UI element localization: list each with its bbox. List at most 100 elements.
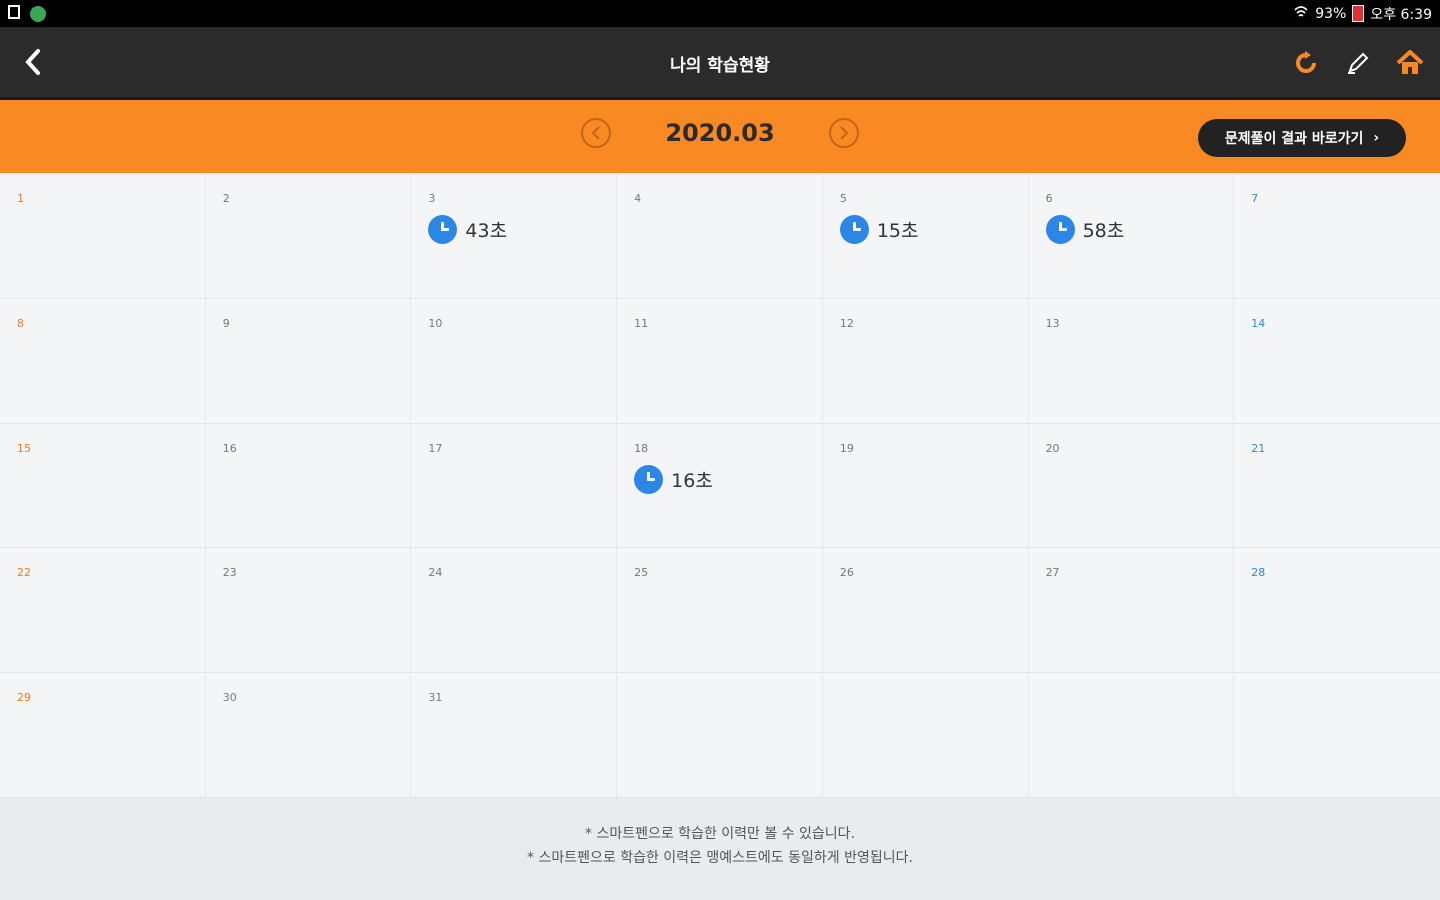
study-time: 16초 <box>671 469 713 492</box>
calendar-date: 18 <box>634 441 649 455</box>
calendar-day-8[interactable]: 8 <box>0 298 206 424</box>
calendar-date: 15 <box>17 441 31 455</box>
page-title: 나의 학습현황 <box>670 56 770 76</box>
study-time-entry[interactable]: 58초 <box>1045 215 1234 244</box>
calendar-date: 17 <box>428 441 443 455</box>
calendar-date: 12 <box>839 316 854 330</box>
prev-month-button[interactable] <box>581 118 611 148</box>
calendar-grid: 1 2 3 43초 4 5 15초 6 58초 7 8 9 10 11 12 13 14 15 16 17 18 16초 1… <box>0 174 1440 798</box>
calendar-day-27[interactable]: 27 <box>1028 548 1235 674</box>
calendar-day-31[interactable]: 31 <box>411 673 618 798</box>
calendar-day-28[interactable]: 28 <box>1234 548 1440 674</box>
quiz-result-label: 문제풀이 결과 바로가기 <box>1224 131 1364 147</box>
calendar-day-20[interactable]: 20 <box>1028 423 1235 549</box>
calendar-day-13[interactable]: 13 <box>1028 298 1235 424</box>
study-time: 58초 <box>1082 220 1125 242</box>
calendar-date: 7 <box>1251 192 1259 205</box>
calendar-date: 9 <box>222 316 230 330</box>
calendar-day-17[interactable]: 17 <box>411 423 618 549</box>
calendar-day-26[interactable]: 26 <box>822 548 1029 674</box>
battery-icon <box>1352 5 1365 22</box>
pen-icon <box>1348 52 1369 74</box>
chevron-right-icon: › <box>1373 130 1380 146</box>
calendar-date: 27 <box>1045 566 1060 580</box>
calendar-day-9[interactable]: 9 <box>205 298 412 424</box>
quiz-result-button[interactable]: 문제풀이 결과 바로가기 › <box>1198 119 1406 157</box>
chevron-left-icon <box>591 126 600 140</box>
clock-icon <box>428 215 458 244</box>
footer-notes: * 스마트펜으로 학습한 이력만 볼 수 있습니다. * 스마트펜으로 학습한 … <box>0 798 1440 900</box>
calendar-day-5[interactable]: 5 15초 <box>822 174 1029 299</box>
calendar-day-4[interactable]: 4 <box>617 174 823 299</box>
calendar-day-10[interactable]: 10 <box>411 298 618 424</box>
calendar-day-24[interactable]: 24 <box>411 548 618 674</box>
calendar-date: 2 <box>222 192 230 205</box>
calendar-day-1[interactable]: 1 <box>0 174 206 299</box>
study-time-entry[interactable]: 16초 <box>634 464 822 494</box>
refresh-icon <box>1296 51 1316 73</box>
status-bar: 93% 오후 6:39 <box>0 0 1440 27</box>
calendar-day-22[interactable]: 22 <box>0 548 206 674</box>
calendar-date: 13 <box>1045 316 1060 330</box>
clock-time: 오후 6:39 <box>1370 6 1432 23</box>
calendar-date: 3 <box>428 192 436 205</box>
calendar-date: 8 <box>17 316 24 330</box>
current-month: 2020.03 <box>665 119 775 147</box>
app-notification-icon <box>30 5 46 22</box>
calendar-day-12[interactable]: 12 <box>822 298 1029 424</box>
header-actions <box>1290 47 1426 79</box>
battery-percent: 93% <box>1315 5 1347 22</box>
calendar-date: 21 <box>1251 441 1266 455</box>
calendar-day-25[interactable]: 25 <box>617 548 823 674</box>
calendar-empty-cell <box>617 673 823 798</box>
calendar-date: 20 <box>1045 441 1060 455</box>
calendar-day-21[interactable]: 21 <box>1234 424 1440 549</box>
calendar-date: 22 <box>17 566 31 580</box>
refresh-button[interactable] <box>1290 47 1322 79</box>
calendar-day-30[interactable]: 30 <box>205 673 412 798</box>
study-time: 43초 <box>465 220 508 242</box>
footer-note-1: * 스마트펜으로 학습한 이력만 볼 수 있습니다. <box>585 826 855 842</box>
study-time-entry[interactable]: 43초 <box>428 215 616 244</box>
calendar-date: 4 <box>634 192 642 205</box>
calendar-day-14[interactable]: 14 <box>1234 299 1440 424</box>
calendar-day-3[interactable]: 3 43초 <box>411 174 618 299</box>
calendar-day-2[interactable]: 2 <box>205 174 412 299</box>
calendar-day-19[interactable]: 19 <box>822 423 1029 549</box>
calendar-date: 6 <box>1045 192 1053 205</box>
calendar-day-16[interactable]: 16 <box>205 423 412 549</box>
calendar-day-11[interactable]: 11 <box>617 298 823 424</box>
calendar-empty-cell <box>822 673 1029 798</box>
calendar-day-7[interactable]: 7 <box>1234 174 1440 299</box>
calendar-day-6[interactable]: 6 58초 <box>1028 174 1235 299</box>
app-bar: 나의 학습현황 <box>0 27 1440 97</box>
clock-icon <box>1045 215 1075 244</box>
calendar-date: 19 <box>839 441 854 455</box>
status-left <box>8 4 46 23</box>
chevron-right-icon <box>840 126 849 140</box>
calendar-date: 28 <box>1251 566 1266 580</box>
home-button[interactable] <box>1394 47 1426 79</box>
calendar-date: 31 <box>428 691 443 705</box>
calendar-date: 16 <box>222 441 237 455</box>
notification-icon <box>8 4 22 23</box>
calendar-date: 24 <box>428 566 443 580</box>
calendar-date: 1 <box>17 192 24 205</box>
calendar-date: 14 <box>1251 316 1266 330</box>
clock-icon <box>839 215 869 244</box>
calendar-date: 29 <box>17 691 31 705</box>
next-month-button[interactable] <box>829 118 859 148</box>
calendar-day-18[interactable]: 18 16초 <box>617 423 823 549</box>
calendar-date: 30 <box>222 691 237 705</box>
calendar-date: 5 <box>839 192 847 205</box>
status-right: 93% 오후 6:39 <box>1293 4 1432 24</box>
calendar-day-15[interactable]: 15 <box>0 423 206 549</box>
wifi-icon <box>1293 4 1309 24</box>
calendar-day-23[interactable]: 23 <box>205 548 412 674</box>
calendar-date: 23 <box>222 566 237 580</box>
study-time-entry[interactable]: 15초 <box>839 215 1028 244</box>
edit-button[interactable] <box>1342 47 1374 79</box>
calendar-day-29[interactable]: 29 <box>0 673 206 798</box>
clock-icon <box>634 464 664 494</box>
home-icon <box>1396 50 1424 74</box>
